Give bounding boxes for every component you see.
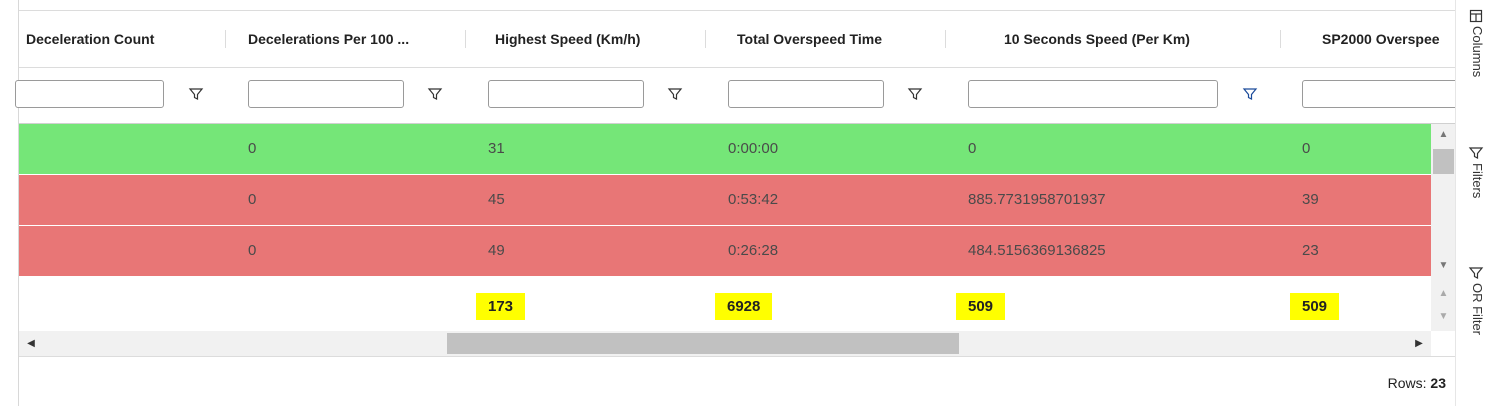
column-header-highest-speed[interactable]: Highest Speed (Km/h): [495, 11, 685, 67]
column-header-decelerations-per-100[interactable]: Decelerations Per 100 ...: [248, 11, 438, 67]
table-row[interactable]: 0 49 0:26:28 484.5156369136825 23: [19, 226, 1431, 276]
cell-sp2000-overspeed: 0: [1302, 140, 1311, 157]
total-overspeed-time: 6928: [715, 293, 773, 320]
scroll-down-arrow-icon[interactable]: ▼: [1431, 309, 1456, 325]
row-count-label: Rows:: [1387, 375, 1427, 391]
cell-sp2000-overspeed: 39: [1302, 191, 1319, 208]
side-tab-label: OR Filter: [1470, 283, 1485, 335]
side-tab-label: Filters: [1470, 163, 1485, 199]
scroll-up-arrow-icon[interactable]: ▲: [1431, 286, 1456, 302]
column-header-deceleration-count[interactable]: Deceleration Count: [26, 11, 216, 67]
columns-icon: [1469, 9, 1483, 23]
column-separator[interactable]: [705, 30, 706, 48]
side-tab-filters[interactable]: Filters: [1464, 145, 1488, 198]
cell-highest-speed: 31: [488, 140, 505, 157]
column-header-10-seconds-speed[interactable]: 10 Seconds Speed (Per Km): [1004, 11, 1244, 67]
total-highest-speed: 173: [476, 293, 526, 320]
cell-sp2000-overspeed: 23: [1302, 242, 1319, 259]
cell-highest-speed: 45: [488, 191, 505, 208]
total-10-seconds-speed: 509: [956, 293, 1006, 320]
footer-vertical-scrollbar[interactable]: ▲ ▼: [1431, 281, 1456, 331]
column-separator[interactable]: [225, 30, 226, 48]
horizontal-scrollbar[interactable]: ◀ ▶: [19, 331, 1431, 356]
column-separator[interactable]: [465, 30, 466, 48]
vertical-scroll-thumb[interactable]: [1433, 149, 1454, 174]
cell-total-overspeed-time: 0:26:28: [728, 242, 779, 259]
totals-row: 173 6928 509 509: [19, 281, 1431, 331]
grid-body: 0 31 0:00:00 0 0 0 45 0:53:42 885.773195…: [19, 124, 1431, 281]
filter-icon[interactable]: [907, 86, 923, 102]
column-header-sp2000-overspeed[interactable]: SP2000 Overspee: [1322, 11, 1456, 67]
filter-icon[interactable]: [667, 86, 683, 102]
filter-icon[interactable]: [1242, 86, 1258, 102]
data-grid: Deceleration Count Decelerations Per 100…: [15, 0, 1462, 407]
column-header-total-overspeed-time[interactable]: Total Overspeed Time: [737, 11, 927, 67]
total-sp2000-overspeed: 509: [1290, 293, 1340, 320]
filter-icon: [1468, 147, 1484, 159]
filter-icon[interactable]: [188, 86, 204, 102]
filter-input-deceleration-count[interactable]: [15, 80, 164, 108]
column-header-row: Deceleration Count Decelerations Per 100…: [19, 11, 1456, 68]
side-tab-columns[interactable]: Columns: [1464, 8, 1488, 77]
vertical-scrollbar[interactable]: ▲ ▼: [1431, 124, 1456, 281]
table-row[interactable]: 0 45 0:53:42 885.7731958701937 39: [19, 175, 1431, 225]
cell-deceleration-per-100: 0: [248, 191, 257, 208]
cell-deceleration-per-100: 0: [248, 140, 257, 157]
scroll-up-arrow-icon[interactable]: ▲: [1431, 127, 1456, 143]
status-bar: Rows: 23: [19, 356, 1456, 407]
cell-deceleration-per-100: 0: [248, 242, 257, 259]
cell-10-seconds-speed: 885.7731958701937: [968, 191, 1106, 208]
filter-icon[interactable]: [427, 86, 443, 102]
scroll-down-arrow-icon[interactable]: ▼: [1431, 258, 1456, 274]
row-count-value: 23: [1430, 375, 1446, 391]
side-tab-label: Columns: [1470, 26, 1485, 78]
cell-10-seconds-speed: 0: [968, 140, 977, 157]
side-tab-or-filter[interactable]: OR Filter: [1464, 265, 1488, 335]
column-separator[interactable]: [1280, 30, 1281, 48]
cell-highest-speed: 49: [488, 242, 505, 259]
row-count: Rows: 23: [1388, 375, 1446, 391]
scroll-right-arrow-icon[interactable]: ▶: [1409, 331, 1429, 356]
filter-input-total-overspeed-time[interactable]: [728, 80, 884, 108]
cell-total-overspeed-time: 0:00:00: [728, 140, 779, 157]
filter-input-decelerations-per-100[interactable]: [248, 80, 404, 108]
filter-input-sp2000-overspeed[interactable]: [1302, 80, 1462, 108]
filter-icon: [1468, 267, 1484, 279]
horizontal-scroll-thumb[interactable]: [447, 333, 959, 354]
scroll-left-arrow-icon[interactable]: ◀: [21, 331, 41, 356]
cell-10-seconds-speed: 484.5156369136825: [968, 242, 1106, 259]
filter-row: [15, 68, 1462, 124]
filter-input-10-seconds-speed[interactable]: [968, 80, 1218, 108]
side-tool-panel: Columns Filters OR Filter: [1455, 0, 1498, 406]
cell-total-overspeed-time: 0:53:42: [728, 191, 779, 208]
table-row[interactable]: 0 31 0:00:00 0 0: [19, 124, 1431, 174]
column-separator[interactable]: [945, 30, 946, 48]
filter-input-highest-speed[interactable]: [488, 80, 644, 108]
